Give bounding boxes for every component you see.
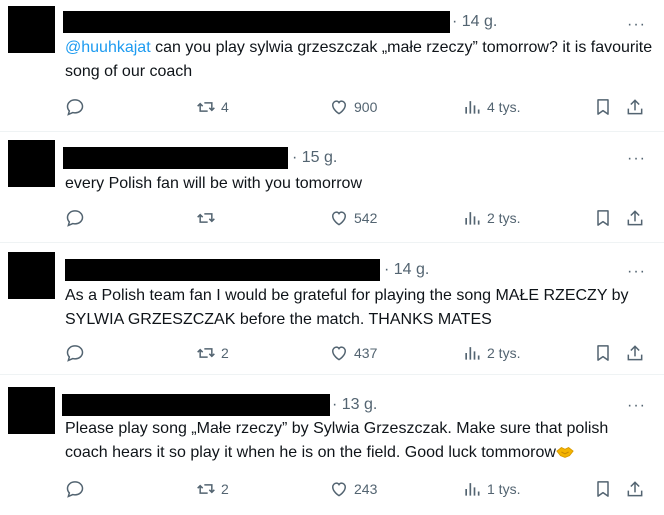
views-icon (465, 101, 480, 114)
retweet-button[interactable]: 2 (196, 342, 229, 364)
mention-link[interactable]: @huuhkajat (65, 39, 151, 56)
like-button[interactable]: 542 (329, 207, 377, 229)
tweet[interactable]: · 15 g. ··· every Polish fan will be wit… (0, 132, 664, 242)
retweet-count: 2 (221, 345, 229, 361)
like-button[interactable]: 900 (329, 96, 377, 118)
views-button[interactable]: 2 tys. (462, 342, 520, 364)
views-count: 4 tys. (487, 99, 521, 115)
views-icon (465, 212, 480, 225)
heart-icon (331, 346, 347, 361)
share-icon (627, 345, 643, 361)
more-options-button[interactable]: ··· (627, 398, 646, 414)
retweet-icon (197, 348, 215, 358)
avatar[interactable] (8, 387, 55, 434)
tweet-actions: 2 437 2 tys. (0, 342, 664, 364)
reply-icon (66, 345, 84, 362)
tweet-timestamp[interactable]: · 14 g. (384, 261, 429, 279)
bookmark-button[interactable] (593, 342, 613, 364)
views-count: 1 tys. (487, 481, 521, 497)
tweet-text: @huuhkajat can you play sylwia grzeszcza… (65, 36, 655, 84)
retweet-count: 2 (221, 481, 229, 497)
avatar[interactable] (8, 140, 55, 187)
tweet[interactable]: · 14 g. ··· @huuhkajat can you play sylw… (0, 0, 664, 131)
reply-icon (66, 99, 84, 116)
tweet-actions: 542 2 tys. (0, 207, 664, 229)
views-button[interactable]: 1 tys. (462, 478, 520, 500)
tweet-actions: 4 900 4 tys. (0, 96, 664, 118)
retweet-icon (197, 102, 215, 112)
reply-button[interactable] (65, 207, 85, 229)
tweet-timestamp[interactable]: · 13 g. (332, 396, 377, 414)
share-button[interactable] (625, 96, 645, 118)
retweet-count: 4 (221, 99, 229, 115)
reply-icon (66, 210, 84, 227)
redacted-username (63, 11, 450, 33)
tweet-timestamp[interactable]: · 14 g. (452, 13, 497, 31)
like-count: 437 (354, 345, 378, 361)
retweet-button[interactable]: 4 (196, 96, 229, 118)
tweet-actions: 2 243 1 tys. (0, 478, 664, 500)
share-button[interactable] (625, 342, 645, 364)
views-icon (465, 347, 480, 360)
retweet-icon (197, 484, 215, 494)
tweet-text: Please play song „Małe rzeczy” by Sylwia… (65, 417, 655, 465)
tweet-body: can you play sylwia grzeszczak „małe rze… (65, 39, 653, 80)
share-button[interactable] (625, 478, 645, 500)
bookmark-button[interactable] (593, 207, 613, 229)
bookmark-button[interactable] (593, 96, 613, 118)
like-button[interactable]: 437 (329, 342, 377, 364)
views-count: 2 tys. (487, 210, 521, 226)
retweet-icon (197, 213, 215, 223)
bookmark-icon (597, 345, 609, 361)
tweet-text: every Polish fan will be with you tomorr… (65, 172, 655, 196)
reply-button[interactable] (65, 96, 85, 118)
avatar[interactable] (8, 6, 55, 53)
share-icon (627, 210, 643, 226)
like-count: 542 (354, 210, 378, 226)
more-options-button[interactable]: ··· (627, 151, 646, 167)
tweet[interactable]: · 13 g. ··· Please play song „Małe rzecz… (0, 375, 664, 515)
heart-icon (331, 100, 347, 115)
heart-icon (331, 211, 347, 226)
reply-icon (66, 481, 84, 498)
avatar[interactable] (8, 252, 55, 299)
tweet-text: As a Polish team fan I would be grateful… (65, 284, 655, 332)
like-count: 243 (354, 481, 378, 497)
reply-button[interactable] (65, 478, 85, 500)
views-button[interactable]: 4 tys. (462, 96, 520, 118)
views-icon (465, 483, 480, 496)
views-button[interactable]: 2 tys. (462, 207, 520, 229)
handshake-emoji-icon (556, 446, 574, 458)
like-button[interactable]: 243 (329, 478, 377, 500)
redacted-username (63, 147, 288, 169)
reply-button[interactable] (65, 342, 85, 364)
more-options-button[interactable]: ··· (627, 17, 646, 33)
tweet-body: every Polish fan will be with you tomorr… (65, 175, 363, 192)
bookmark-icon (597, 210, 609, 226)
tweet-body: Please play song „Małe rzeczy” by Sylwia… (65, 420, 609, 461)
views-count: 2 tys. (487, 345, 521, 361)
bookmark-button[interactable] (593, 478, 613, 500)
share-icon (627, 481, 643, 497)
bookmark-icon (597, 99, 609, 115)
retweet-button[interactable] (196, 207, 221, 229)
redacted-username (62, 394, 330, 416)
redacted-username (65, 259, 380, 281)
more-options-button[interactable]: ··· (627, 264, 646, 280)
tweet-body: As a Polish team fan I would be grateful… (65, 287, 629, 328)
tweet[interactable]: · 14 g. ··· As a Polish team fan I would… (0, 243, 664, 374)
share-icon (627, 99, 643, 115)
share-button[interactable] (625, 207, 645, 229)
tweet-timestamp[interactable]: · 15 g. (292, 149, 337, 167)
like-count: 900 (354, 99, 378, 115)
retweet-button[interactable]: 2 (196, 478, 229, 500)
heart-icon (331, 482, 347, 497)
bookmark-icon (597, 481, 609, 497)
